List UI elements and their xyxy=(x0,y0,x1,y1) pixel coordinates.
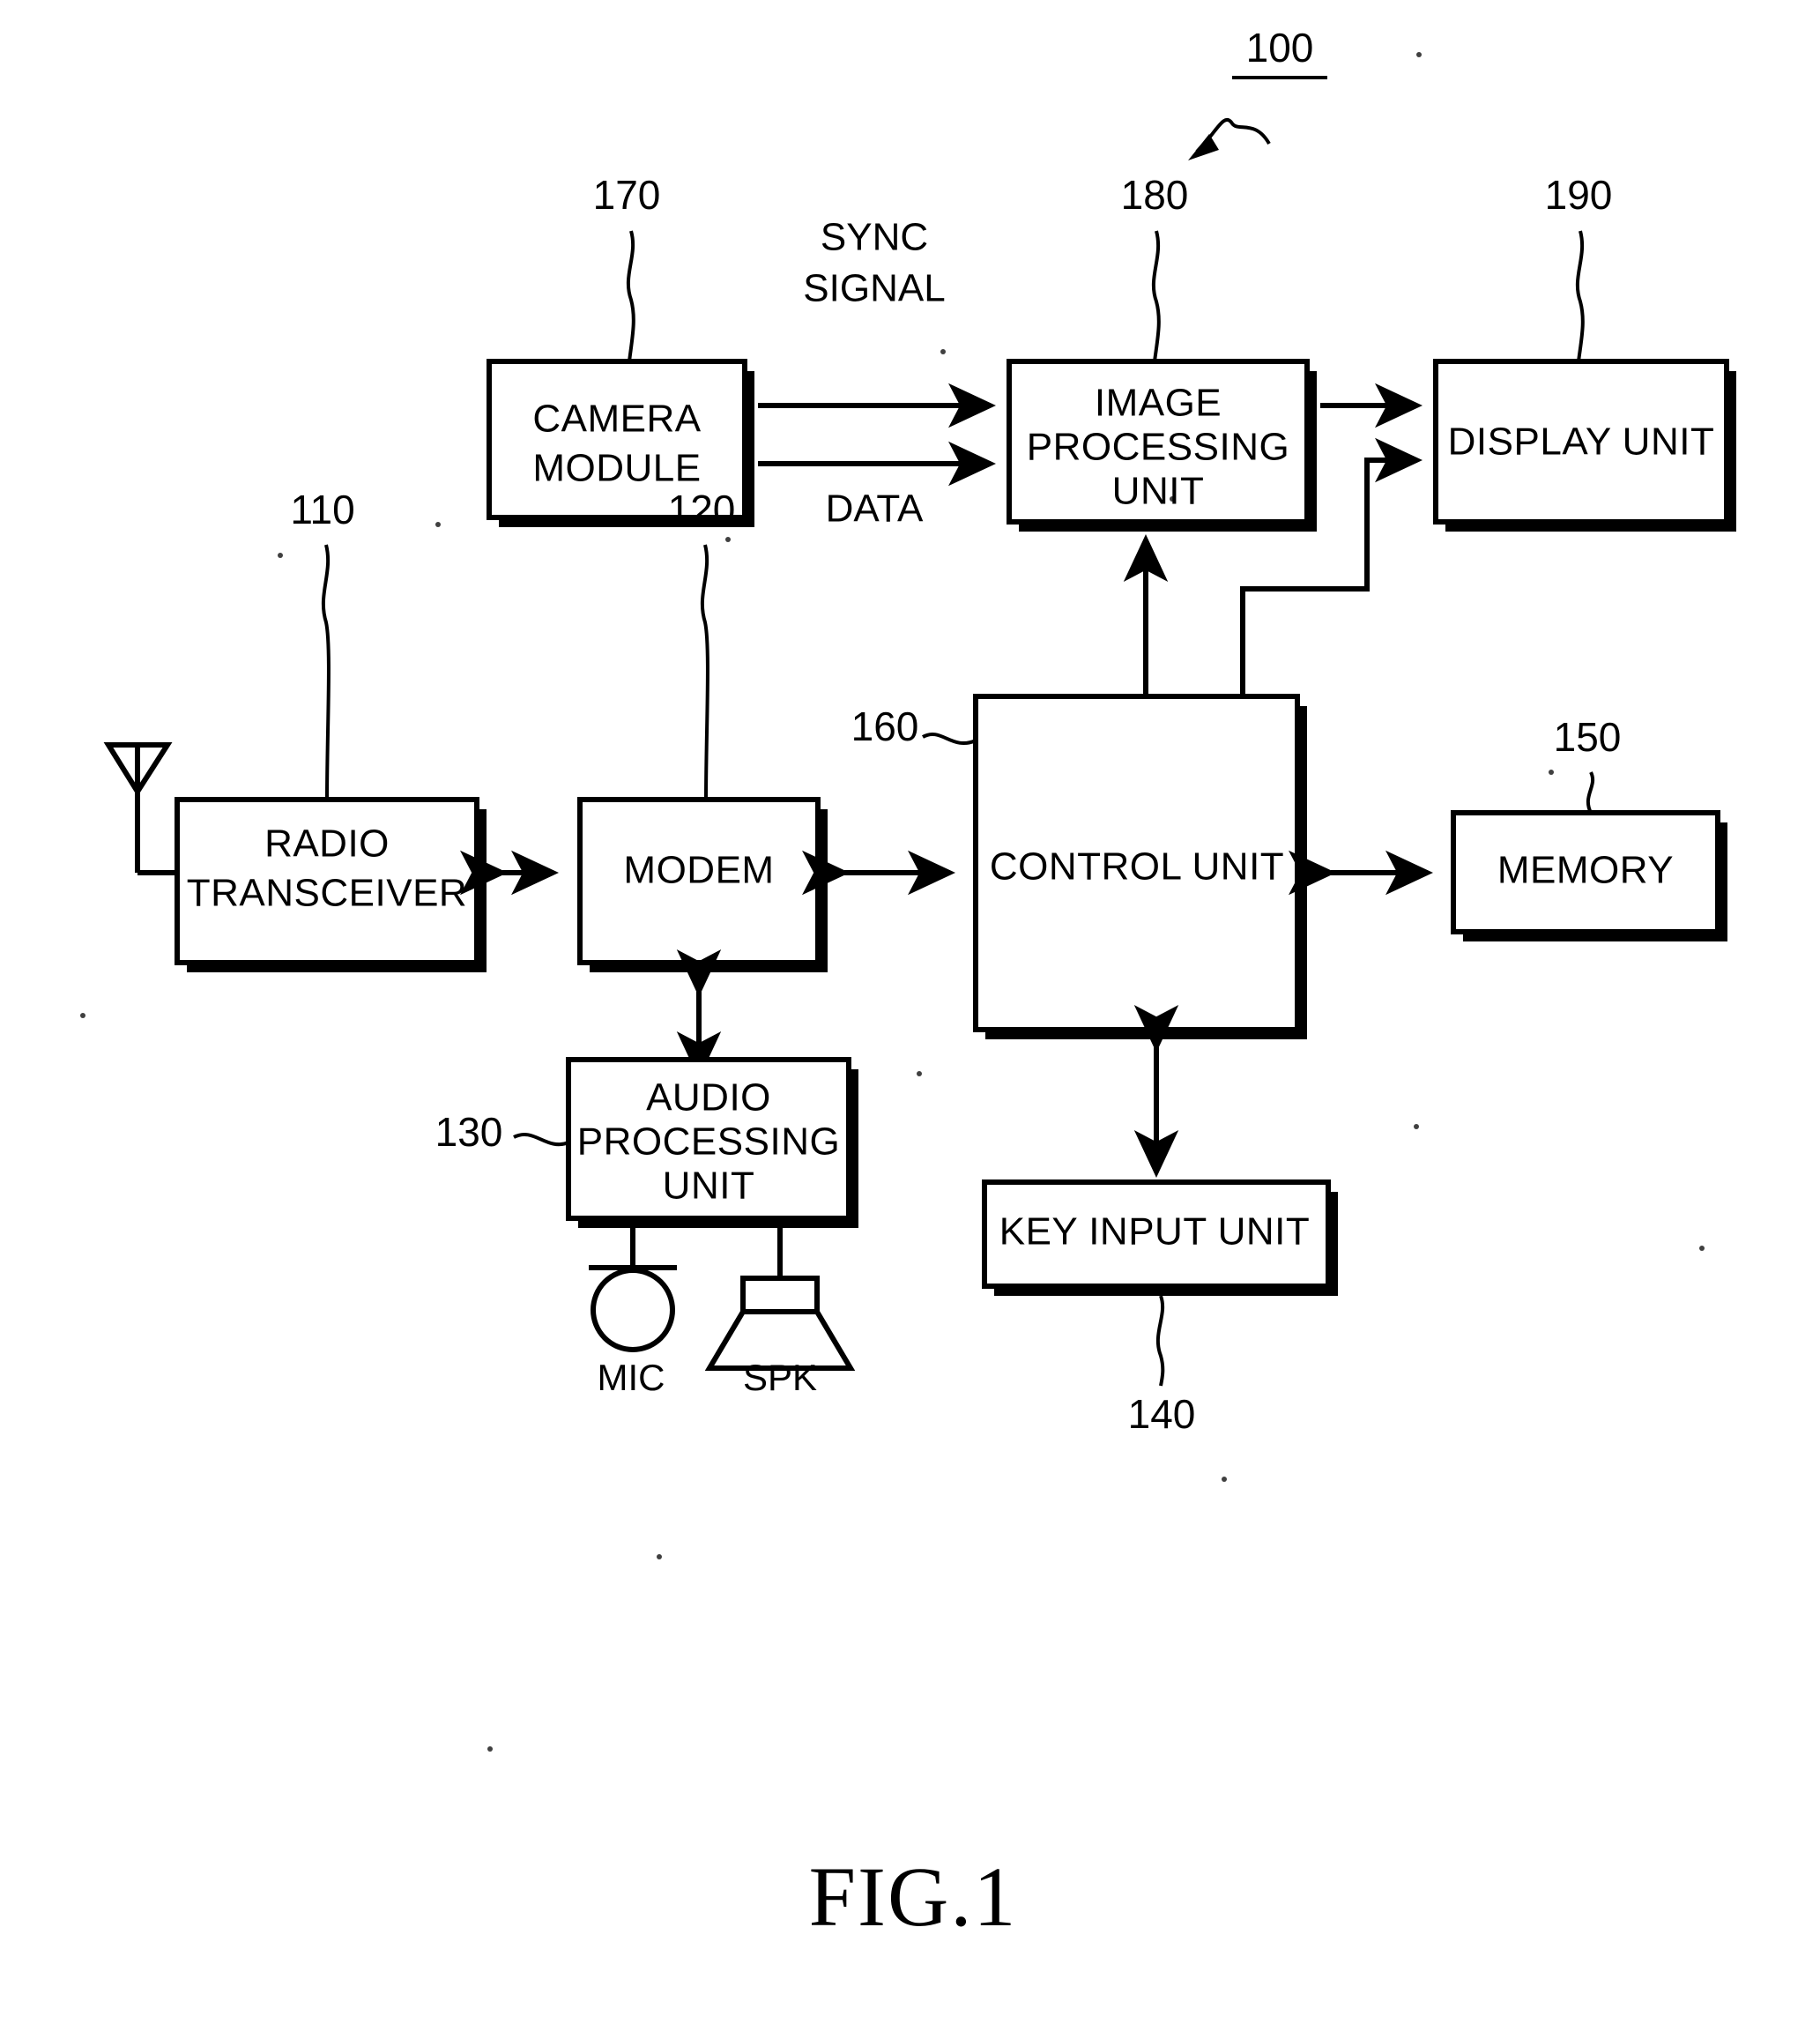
radio-transceiver-label-line2: TRANSCEIVER xyxy=(187,872,467,915)
memory-label: MEMORY xyxy=(1497,849,1674,892)
ref-label-140: 140 xyxy=(1128,1391,1196,1437)
block-modem[interactable]: MODEM xyxy=(577,797,828,972)
ref-label-160: 160 xyxy=(851,703,919,749)
sync-signal-label-line2: SIGNAL xyxy=(803,267,945,310)
ref-label-180: 180 xyxy=(1121,172,1189,218)
patent-figure: 100 CAMERA MODULE 170 IMAGE PROCESSING U… xyxy=(0,0,1820,2024)
image-processing-unit-label-line1: IMAGE xyxy=(1095,382,1222,425)
block-audio-processing-unit[interactable]: AUDIO PROCESSING UNIT xyxy=(566,1057,858,1228)
audio-processing-unit-label-line2: PROCESSING xyxy=(577,1120,840,1164)
audio-processing-unit-label-line3: UNIT xyxy=(663,1165,755,1208)
control-unit-label: CONTROL UNIT xyxy=(990,845,1284,889)
block-memory[interactable]: MEMORY xyxy=(1451,810,1727,941)
audio-processing-unit-label-line1: AUDIO xyxy=(646,1076,771,1120)
ref-label-100: 100 xyxy=(1246,25,1314,71)
block-image-processing-unit[interactable]: IMAGE PROCESSING UNIT xyxy=(1007,359,1317,532)
mic-label: MIC xyxy=(598,1357,665,1398)
camera-module-label-line1: CAMERA xyxy=(532,398,701,441)
block-key-input-unit[interactable]: KEY INPUT UNIT xyxy=(982,1179,1338,1296)
ref-label-190: 190 xyxy=(1545,172,1613,218)
spk-label: SPK xyxy=(743,1357,817,1398)
camera-module-label-line2: MODULE xyxy=(532,447,701,490)
block-control-unit[interactable]: CONTROL UNIT xyxy=(973,694,1307,1039)
key-input-unit-label: KEY INPUT UNIT xyxy=(999,1210,1311,1254)
ref-label-130: 130 xyxy=(435,1109,503,1155)
ref-label-120: 120 xyxy=(668,487,736,532)
modem-label: MODEM xyxy=(623,849,774,892)
image-processing-unit-label-line3: UNIT xyxy=(1112,470,1205,513)
ref-label-110: 110 xyxy=(290,487,354,532)
ref-label-150: 150 xyxy=(1554,714,1622,760)
sync-signal-label-line1: SYNC xyxy=(821,216,928,259)
block-display-unit[interactable]: DISPLAY UNIT xyxy=(1433,359,1736,532)
figure-caption: FIG.1 xyxy=(809,1849,1018,1944)
block-radio-transceiver[interactable]: RADIO TRANSCEIVER xyxy=(175,797,487,972)
display-unit-label: DISPLAY UNIT xyxy=(1448,420,1715,464)
radio-transceiver-label-line1: RADIO xyxy=(264,822,390,866)
ref-label-170: 170 xyxy=(593,172,661,218)
image-processing-unit-label-line2: PROCESSING xyxy=(1027,426,1289,469)
data-label: DATA xyxy=(826,487,924,531)
block-diagram-canvas: 100 CAMERA MODULE 170 IMAGE PROCESSING U… xyxy=(0,0,1820,2024)
